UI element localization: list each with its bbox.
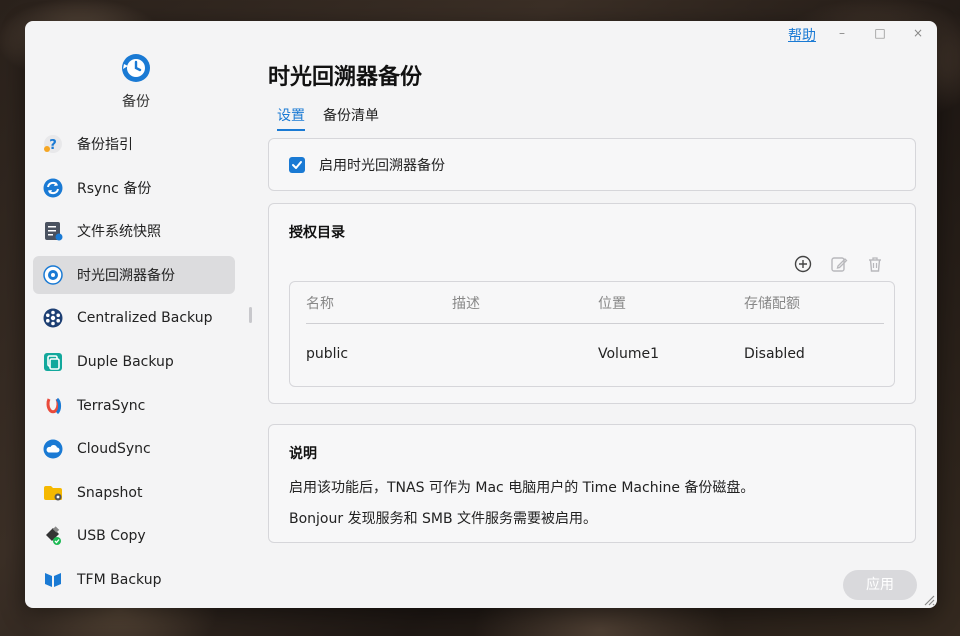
close-button[interactable]: × <box>908 25 928 41</box>
enable-card: 启用时光回溯器备份 <box>268 138 916 191</box>
sidebar-item-label: TerraSync <box>77 397 146 414</box>
apply-button[interactable]: 应用 <box>843 570 917 600</box>
minimize-button[interactable]: – <box>832 25 852 41</box>
cell-quota: Disabled <box>744 346 805 362</box>
checkmark-icon <box>292 161 302 169</box>
rsync-icon <box>43 178 63 198</box>
app-title: 备份 <box>122 94 150 110</box>
cell-description <box>452 346 598 366</box>
cell-location: Volume1 <box>598 346 659 362</box>
time-machine-icon <box>43 265 63 285</box>
tab-bar: 设置 备份清单 <box>277 105 379 131</box>
tab-settings[interactable]: 设置 <box>277 105 305 131</box>
sidebar-resize-handle[interactable] <box>249 307 252 323</box>
maximize-button[interactable]: □ <box>870 25 890 41</box>
sidebar-item-centralized-backup[interactable]: Centralized Backup <box>33 299 235 337</box>
sidebar-nav: ? 备份指引 Rsync 备份 文件系统快照 时光回溯器备份 Centraliz… <box>33 125 235 605</box>
table-row[interactable]: public Volume1 Disabled <box>306 346 884 366</box>
tab-backup-list[interactable]: 备份清单 <box>323 105 379 131</box>
sidebar-item-backup-guide[interactable]: ? 备份指引 <box>33 125 235 163</box>
sidebar-item-snapshot[interactable]: Snapshot <box>33 474 235 512</box>
edit-icon[interactable] <box>829 254 849 274</box>
sidebar-item-label: 文件系统快照 <box>77 224 161 241</box>
cell-name: public <box>306 346 349 362</box>
enable-time-machine-label: 启用时光回溯器备份 <box>319 158 445 174</box>
page-title: 时光回溯器备份 <box>268 65 423 90</box>
centralized-backup-icon <box>43 308 63 328</box>
help-link[interactable]: 帮助 <box>788 25 816 45</box>
sidebar: 备份 ? 备份指引 Rsync 备份 文件系统快照 时光回溯器备份 Centra… <box>25 21 252 608</box>
sidebar-item-label: Centralized Backup <box>77 310 213 327</box>
column-header-quota: 存储配额 <box>744 296 800 312</box>
delete-icon[interactable] <box>865 254 885 274</box>
note-line-1: 启用该功能后，TNAS 可作为 Mac 电脑用户的 Time Machine 备… <box>289 480 755 496</box>
directory-table: 名称 描述 位置 存储配额 public Volume1 Disabled <box>289 281 895 387</box>
column-header-description: 描述 <box>452 296 480 312</box>
sidebar-item-terrasync[interactable]: TerraSync <box>33 387 235 425</box>
column-header-location: 位置 <box>598 296 626 312</box>
sidebar-item-label: USB Copy <box>77 528 146 545</box>
notes-card: 说明 启用该功能后，TNAS 可作为 Mac 电脑用户的 Time Machin… <box>268 424 916 543</box>
table-header: 名称 描述 位置 存储配额 <box>306 293 884 324</box>
svg-text:?: ? <box>49 138 57 153</box>
tfm-backup-icon <box>43 570 63 590</box>
sidebar-item-label: TFM Backup <box>77 571 162 588</box>
sidebar-item-time-machine[interactable]: 时光回溯器备份 <box>33 255 235 294</box>
sidebar-item-cloudsync[interactable]: CloudSync <box>33 430 235 468</box>
sidebar-item-label: 时光回溯器备份 <box>77 267 175 284</box>
backup-app-window: 帮助 – □ × 备份 ? 备份指引 Rsync 备份 文件系统快照 时光回溯器… <box>25 21 937 608</box>
sidebar-item-label: CloudSync <box>77 441 151 458</box>
sidebar-item-rsync[interactable]: Rsync 备份 <box>33 169 235 207</box>
authorized-directory-heading: 授权目录 <box>289 225 345 241</box>
sidebar-item-label: Duple Backup <box>77 353 174 370</box>
help-guide-icon: ? <box>43 134 63 154</box>
usb-copy-icon <box>43 526 63 546</box>
resize-grip-icon[interactable] <box>921 592 935 606</box>
sidebar-item-label: 备份指引 <box>77 137 133 153</box>
sidebar-item-tfm-backup[interactable]: TFM Backup <box>33 561 235 599</box>
notes-heading: 说明 <box>289 446 317 462</box>
sidebar-item-label: Snapshot <box>77 484 143 501</box>
sidebar-item-filesystem-snapshot[interactable]: 文件系统快照 <box>33 212 235 250</box>
directory-toolbar <box>793 254 885 274</box>
duple-backup-icon <box>43 352 63 372</box>
enable-time-machine-checkbox[interactable] <box>289 157 305 173</box>
sidebar-item-label: Rsync 备份 <box>77 180 152 197</box>
cloudsync-icon <box>43 439 63 459</box>
note-line-2: Bonjour 发现服务和 SMB 文件服务需要被启用。 <box>289 511 598 527</box>
sidebar-item-duple-backup[interactable]: Duple Backup <box>33 343 235 381</box>
column-header-name: 名称 <box>306 296 334 312</box>
enable-row: 启用时光回溯器备份 <box>289 155 445 175</box>
backup-app-logo-icon <box>121 53 151 83</box>
filesystem-snapshot-icon <box>43 221 63 241</box>
authorized-directory-card: 授权目录 名称 描述 位置 存储配额 public Volume1 Disabl… <box>268 203 916 404</box>
add-icon[interactable] <box>793 254 813 274</box>
sidebar-item-usb-copy[interactable]: USB Copy <box>33 517 235 555</box>
snapshot-folder-icon <box>43 483 63 503</box>
terrasync-icon <box>43 396 63 416</box>
